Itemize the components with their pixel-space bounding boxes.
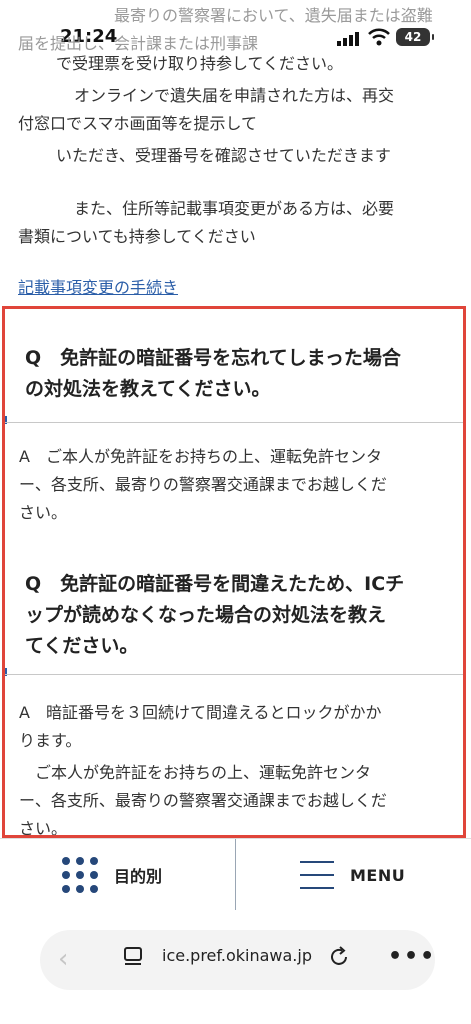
text-line: いただき、受理番号を確認させていただきます [56, 146, 391, 165]
more-options-icon[interactable]: ••• [388, 944, 436, 969]
hamburger-icon [300, 859, 334, 891]
answer-line: さい。 [19, 503, 68, 522]
bottom-nav: 目的別 MENU [0, 838, 471, 911]
body-text-notice: また、住所等記載事項変更がある方は、必要 書類についても持参してください [18, 195, 458, 251]
menu-button[interactable]: MENU [300, 859, 405, 891]
purpose-label: 目的別 [114, 867, 163, 886]
question-line: Q 免許証の暗証番号を間違えたため、ICチ [25, 573, 405, 595]
back-chevron-icon[interactable]: ‹ [58, 944, 68, 974]
url-text[interactable]: ice.pref.okinawa.jp [162, 946, 312, 965]
faq-section: Q 免許証の暗証番号を忘れてしまった場合 の対処法を教えてください。 A ご本人… [2, 306, 466, 838]
answer-line: ります。 [19, 731, 82, 750]
text-line: 書類についても持参してください [18, 227, 256, 246]
answer-line: A ご本人が免許証をお持ちの上、運転免許センタ [19, 447, 382, 466]
question-line: てください。 [25, 635, 139, 657]
purpose-nav-button[interactable]: 目的別 [62, 857, 162, 893]
nav-divider [235, 839, 236, 911]
divider [5, 674, 463, 675]
address-change-link[interactable]: 記載事項変更の手続き [18, 274, 178, 298]
answer-line: A 暗証番号を３回続けて間違えるとロックがかか [19, 703, 382, 722]
answer-line: ー、各支所、最寄りの警察署交通課までお越しくだ [19, 475, 387, 494]
page-menu-icon[interactable] [123, 946, 143, 968]
text-line: 付窓口でスマホ画面等を提示して [18, 114, 258, 133]
answer-line: ご本人が免許証をお持ちの上、運転免許センタ [19, 763, 372, 782]
answer-line: さい。 [19, 819, 68, 838]
question-line: ップが読めなくなった場合の対処法を教え [25, 604, 387, 626]
text-line: で受理票を受け取り持参してください。 [56, 54, 344, 73]
question-line: Q 免許証の暗証番号を忘れてしまった場合 [25, 347, 401, 369]
grid-dots-icon [62, 857, 98, 893]
divider [5, 422, 463, 423]
browser-toolbar: ‹ ice.pref.okinawa.jp ••• [0, 910, 471, 1024]
faq-answer: A 暗証番号を３回続けて間違えるとロックがかか ります。 ご本人が免許証をお持ち… [19, 699, 459, 838]
answer-line: ー、各支所、最寄りの警察署交通課までお越しくだ [19, 791, 387, 810]
text-line: 最寄りの警察署において、遺失届または盗難 [114, 6, 433, 25]
faq-question[interactable]: Q 免許証の暗証番号を間違えたため、ICチ ップが読めなくなった場合の対処法を教… [25, 569, 455, 662]
body-text: で受理票を受け取り持参してください。 オンラインで遺失届を申請された方は、再交 … [18, 50, 458, 170]
faq-answer: A ご本人が免許証をお持ちの上、運転免許センタ ー、各支所、最寄りの警察署交通課… [19, 443, 459, 527]
text-line: オンラインで遺失届を申請された方は、再交 [74, 86, 395, 105]
faq-question[interactable]: Q 免許証の暗証番号を忘れてしまった場合 の対処法を教えてください。 [25, 343, 455, 405]
question-line: の対処法を教えてください。 [25, 378, 271, 400]
menu-label: MENU [350, 865, 406, 885]
reload-icon[interactable] [328, 946, 350, 968]
text-line: また、住所等記載事項変更がある方は、必要 [74, 199, 395, 218]
